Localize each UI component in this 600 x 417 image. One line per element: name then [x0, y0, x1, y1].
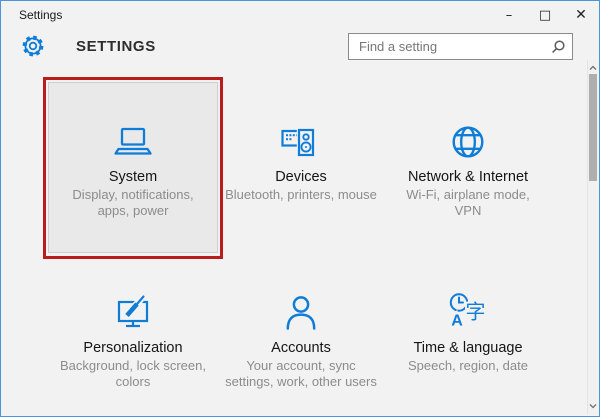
gear-icon	[21, 34, 45, 58]
tile-subtitle: Speech, region, date	[392, 358, 544, 374]
scrollbar-thumb[interactable]	[589, 74, 597, 181]
tile-subtitle: Bluetooth, printers, mouse	[225, 187, 377, 203]
search-input[interactable]	[349, 34, 572, 59]
monitor-brush-icon	[111, 291, 155, 335]
tile-devices[interactable]: Devices Bluetooth, printers, mouse	[216, 82, 386, 253]
tile-personalization[interactable]: Personalization Background, lock screen,…	[48, 253, 218, 417]
tile-time-language[interactable]: A 字 Time & language Speech, region, date	[383, 253, 553, 417]
person-icon	[279, 291, 323, 335]
tile-title: Accounts	[216, 339, 386, 357]
maximize-button[interactable]: □	[527, 1, 563, 29]
clock-language-icon: A 字	[446, 291, 490, 335]
tile-subtitle: Wi-Fi, airplane mode, VPN	[392, 187, 544, 219]
tile-subtitle: Your account, sync settings, work, other…	[225, 358, 377, 390]
tile-title: Network & Internet	[383, 168, 553, 186]
tile-title: Personalization	[48, 339, 218, 357]
settings-window: Settings – □ ✕ SETTINGS	[0, 0, 600, 417]
page-title: SETTINGS	[76, 38, 156, 55]
titlebar: Settings – □ ✕	[1, 1, 599, 29]
minimize-button[interactable]: –	[491, 1, 527, 29]
chevron-down-icon[interactable]	[589, 401, 597, 411]
svg-text:A: A	[451, 313, 463, 330]
laptop-icon	[111, 120, 155, 164]
tile-system[interactable]: System Display, notifications, apps, pow…	[48, 82, 218, 253]
tile-title: Devices	[216, 168, 386, 186]
magnifier-icon	[550, 39, 566, 55]
window-title: Settings	[19, 8, 62, 22]
svg-text:字: 字	[466, 300, 486, 324]
scrollbar[interactable]	[587, 60, 597, 414]
tile-subtitle: Background, lock screen, colors	[57, 358, 209, 390]
close-button[interactable]: ✕	[563, 1, 599, 29]
search-box	[348, 33, 573, 60]
tile-subtitle: Display, notifications, apps, power	[57, 187, 209, 219]
globe-icon	[446, 120, 490, 164]
tile-title: Time & language	[383, 339, 553, 357]
chevron-up-icon[interactable]	[589, 63, 597, 73]
tile-accounts[interactable]: Accounts Your account, sync settings, wo…	[216, 253, 386, 417]
tile-title: System	[49, 168, 217, 186]
tile-network-internet[interactable]: Network & Internet Wi-Fi, airplane mode,…	[383, 82, 553, 253]
keyboard-speaker-icon	[279, 120, 323, 164]
window-controls: – □ ✕	[491, 1, 599, 29]
